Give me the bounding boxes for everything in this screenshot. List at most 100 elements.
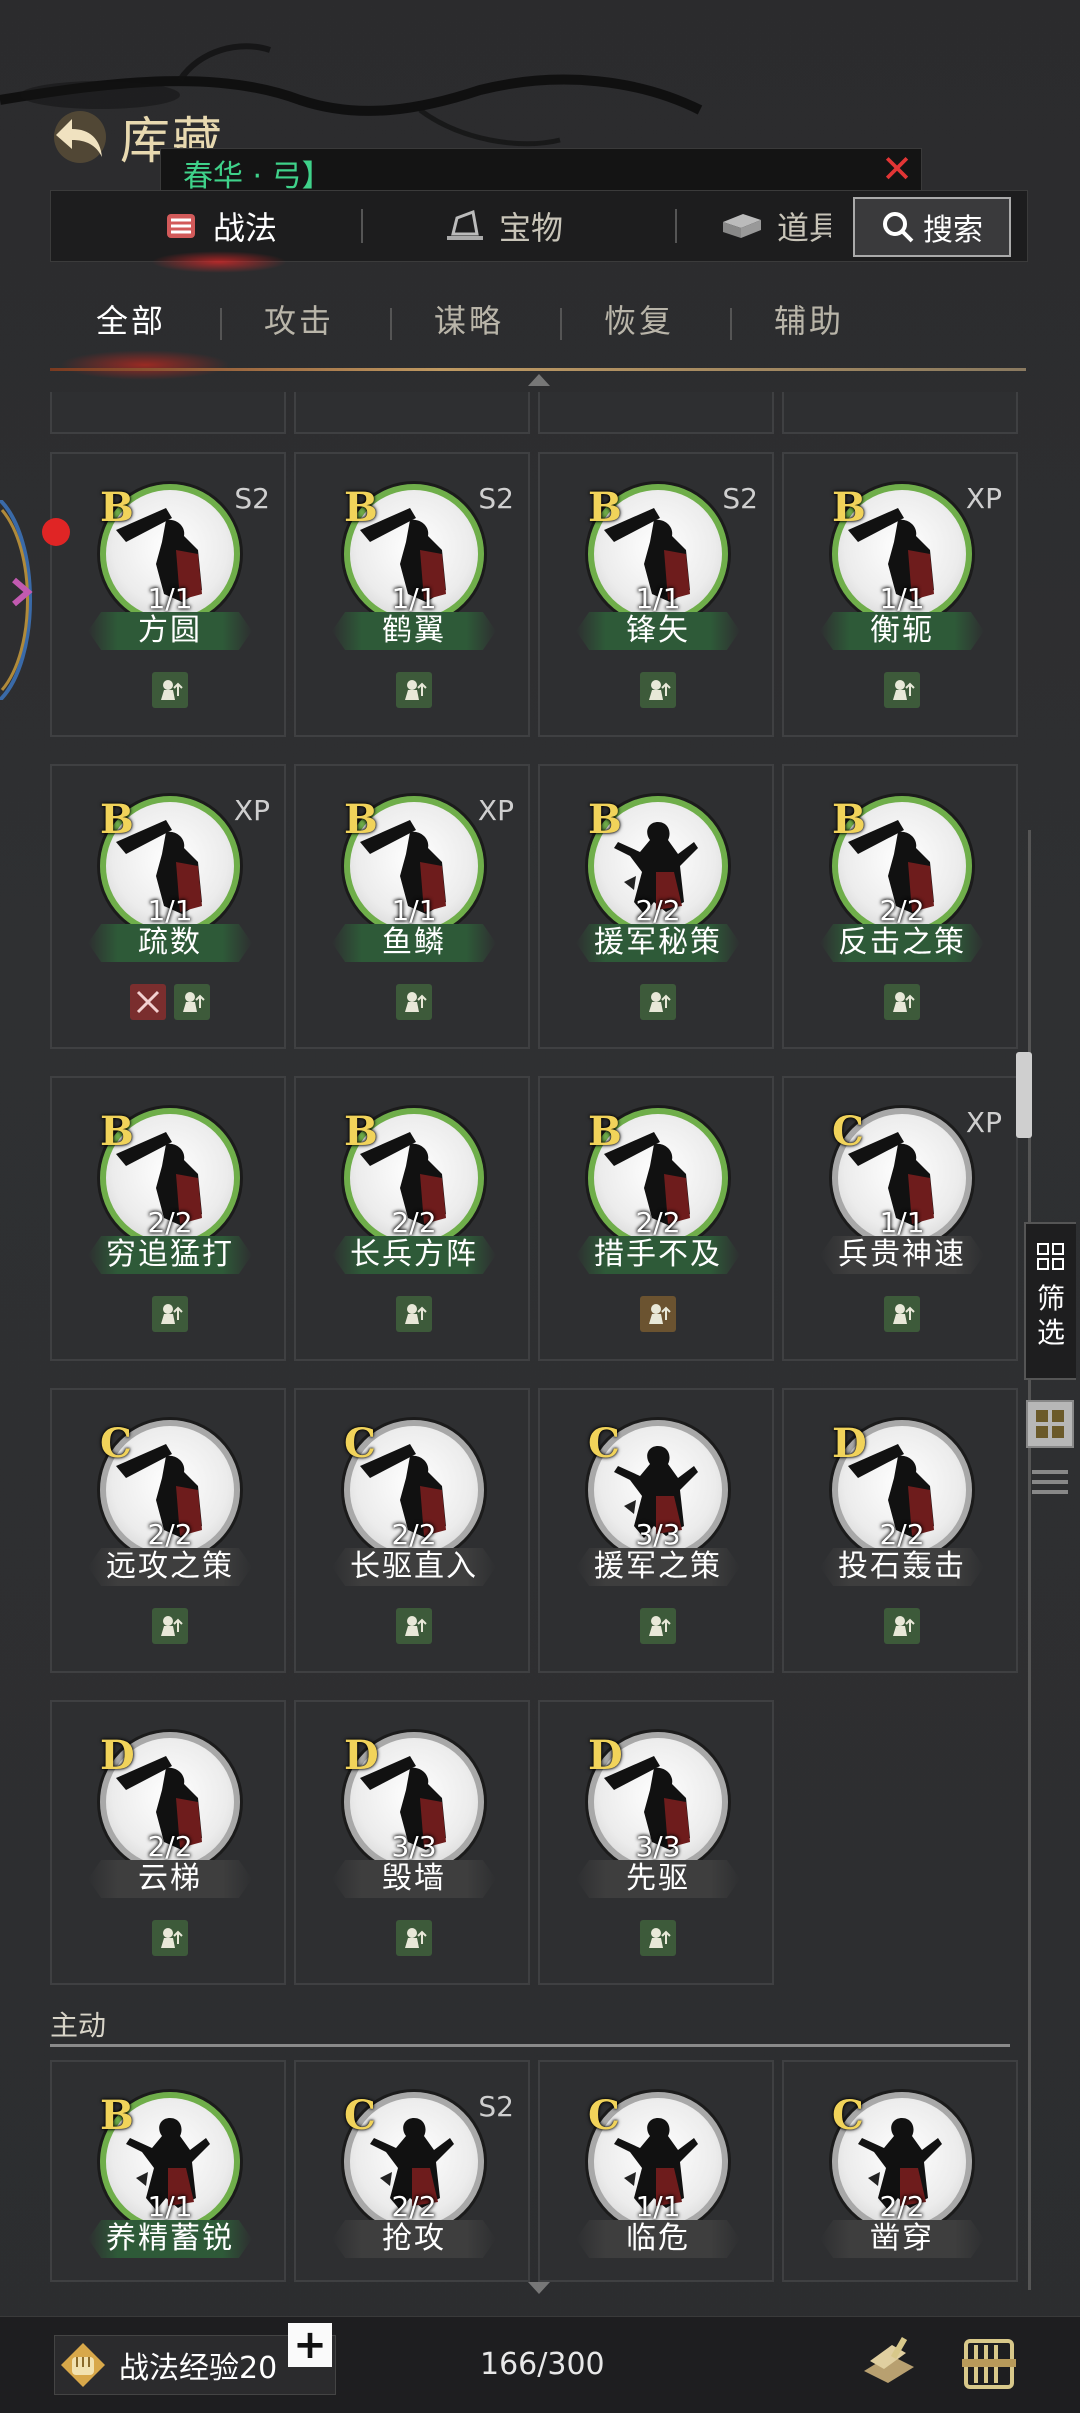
tactic-count: 1/1	[879, 1206, 925, 1239]
buff-type-icon	[884, 1296, 920, 1332]
main-tab-bar: 战法 宝物 道具 搜索	[50, 190, 1028, 273]
tactic-name: 疏数	[138, 925, 202, 960]
buff-type-icon	[396, 1608, 432, 1644]
buff-type-icon	[640, 984, 676, 1020]
grade-badge: D	[100, 1732, 135, 1779]
tactic-name: 穷追猛打	[106, 1237, 234, 1272]
tactic-card[interactable]: B S2 1/1 锋矢	[538, 452, 774, 737]
tactic-count: 1/1	[147, 2190, 193, 2223]
tactic-count: 2/2	[147, 1830, 193, 1863]
tactic-card[interactable]: C 2/2 长驱直入	[294, 1388, 530, 1673]
season-tag: S2	[234, 482, 270, 515]
tactic-card[interactable]: C 2/2 凿穿	[782, 2060, 1018, 2282]
tactic-name: 远攻之策	[106, 1549, 234, 1584]
buff-type-icon	[640, 1608, 676, 1644]
tactic-name: 长驱直入	[350, 1549, 478, 1584]
subtab-all[interactable]: 全部	[96, 296, 166, 342]
tactic-card[interactable]: B S2 1/1 鹤翼	[294, 452, 530, 737]
tactic-card[interactable]: D 3/3 先驱	[538, 1700, 774, 1985]
tactic-type-icons	[296, 984, 532, 1020]
tactic-count: 1/1	[391, 894, 437, 927]
tactic-name: 鹤翼	[382, 613, 446, 648]
tactic-card[interactable]: B S2 1/1 方圆	[50, 452, 286, 737]
back-button[interactable]	[48, 105, 112, 169]
tactic-name: 抢攻	[382, 2221, 446, 2256]
scrollbar-thumb[interactable]	[1016, 1052, 1032, 1138]
tab-treasure-label: 宝物	[499, 209, 564, 247]
tactic-card[interactable]: B XP 1/1 鱼鳞	[294, 764, 530, 1049]
search-button-label: 搜索	[923, 213, 983, 248]
buff-type-icon	[884, 1608, 920, 1644]
tactic-card[interactable]: C XP 1/1 兵贵神速	[782, 1076, 1018, 1361]
back-arrow-icon	[54, 111, 106, 163]
filter-label: 筛选	[1036, 1282, 1065, 1349]
tactic-card[interactable]: D 3/3 毁墙	[294, 1700, 530, 1985]
partial-cell	[294, 392, 530, 434]
tab-tactics[interactable]: 战法	[151, 191, 288, 273]
grade-badge: C	[832, 2092, 864, 2139]
tactic-type-icons	[296, 1608, 532, 1644]
tactic-card[interactable]: B 2/2 措手不及	[538, 1076, 774, 1361]
section-active-label: 主动	[50, 2009, 107, 2042]
list-view-icon[interactable]	[1032, 1466, 1068, 1500]
tactic-count: 2/2	[635, 894, 681, 927]
tactic-experience-label: 战法经验20	[119, 2351, 278, 2386]
tactic-name: 锋矢	[626, 613, 690, 648]
tactic-card[interactable]: D 2/2 投石轰击	[782, 1388, 1018, 1673]
tactic-name: 凿穿	[870, 2221, 934, 2256]
tactic-card[interactable]: B XP 1/1 疏数	[50, 764, 286, 1049]
tab-treasure[interactable]: 宝物	[443, 191, 563, 261]
tactic-type-icons	[540, 1608, 776, 1644]
scrollbar-track[interactable]	[1028, 830, 1031, 2290]
tactic-card[interactable]: C 1/1 临危	[538, 2060, 774, 2282]
tactic-card[interactable]: C S2 2/2 抢攻	[294, 2060, 530, 2282]
subtab-attack[interactable]: 攻击	[264, 296, 334, 342]
grade-badge: C	[832, 1108, 864, 1155]
tab-items[interactable]: 道具	[719, 191, 831, 261]
tactic-card[interactable]: C 3/3 援军之策	[538, 1388, 774, 1673]
subtab-underline	[50, 368, 1026, 371]
tactic-name: 援军之策	[594, 1549, 722, 1584]
tactic-count: 1/1	[147, 894, 193, 927]
attack-type-icon	[130, 984, 166, 1020]
tactic-card[interactable]: B XP 1/1 衡轭	[782, 452, 1018, 737]
tactic-card[interactable]: D 2/2 云梯	[50, 1700, 286, 1985]
scroll-icon	[167, 214, 195, 238]
clear-search-close-icon[interactable]: ✕	[877, 149, 917, 189]
tactic-card[interactable]: B 2/2 穷追猛打	[50, 1076, 286, 1361]
tactic-type-icons	[540, 1920, 776, 1956]
season-tag: XP	[965, 1106, 1002, 1139]
tactic-type-icons	[540, 1296, 776, 1332]
subtab-recovery[interactable]: 恢复	[604, 296, 674, 342]
tactic-card[interactable]: B 2/2 长兵方阵	[294, 1076, 530, 1361]
search-icon	[883, 212, 914, 243]
season-tag: S2	[478, 482, 514, 515]
tactic-name: 措手不及	[594, 1237, 722, 1272]
scroll-bundle-icon[interactable]	[956, 2331, 1022, 2397]
tactic-card[interactable]: B 2/2 援军秘策	[538, 764, 774, 1049]
tactic-name: 援军秘策	[594, 925, 722, 960]
grid-view-toggle[interactable]	[1026, 1400, 1074, 1448]
season-tag: S2	[722, 482, 758, 515]
subtab-strategy[interactable]: 谋略	[434, 296, 504, 342]
add-experience-button[interactable]: +	[288, 2323, 332, 2367]
grade-badge: B	[100, 484, 134, 531]
partial-cell	[782, 392, 1018, 434]
buff-type-icon	[640, 1920, 676, 1956]
tactic-count: 2/2	[147, 1206, 193, 1239]
tactic-name: 先驱	[626, 1861, 690, 1896]
side-drawer-handle[interactable]	[0, 500, 44, 700]
convert-book-icon[interactable]	[856, 2331, 922, 2397]
tactic-card[interactable]: C 2/2 远攻之策	[50, 1388, 286, 1673]
search-button[interactable]: 搜索	[853, 197, 1011, 257]
tactic-name: 反击之策	[838, 925, 966, 960]
buff-type-icon	[396, 1920, 432, 1956]
tactic-type-icons	[296, 1920, 532, 1956]
tactic-type-icons	[52, 1920, 288, 1956]
tactic-card[interactable]: B 2/2 反击之策	[782, 764, 1018, 1049]
grade-badge: D	[588, 1732, 623, 1779]
tactic-card[interactable]: B 1/1 养精蓄锐	[50, 2060, 286, 2282]
subtab-support[interactable]: 辅助	[774, 296, 844, 342]
filter-button[interactable]: 筛选	[1024, 1222, 1076, 1380]
tactic-count: 2/2	[635, 1206, 681, 1239]
